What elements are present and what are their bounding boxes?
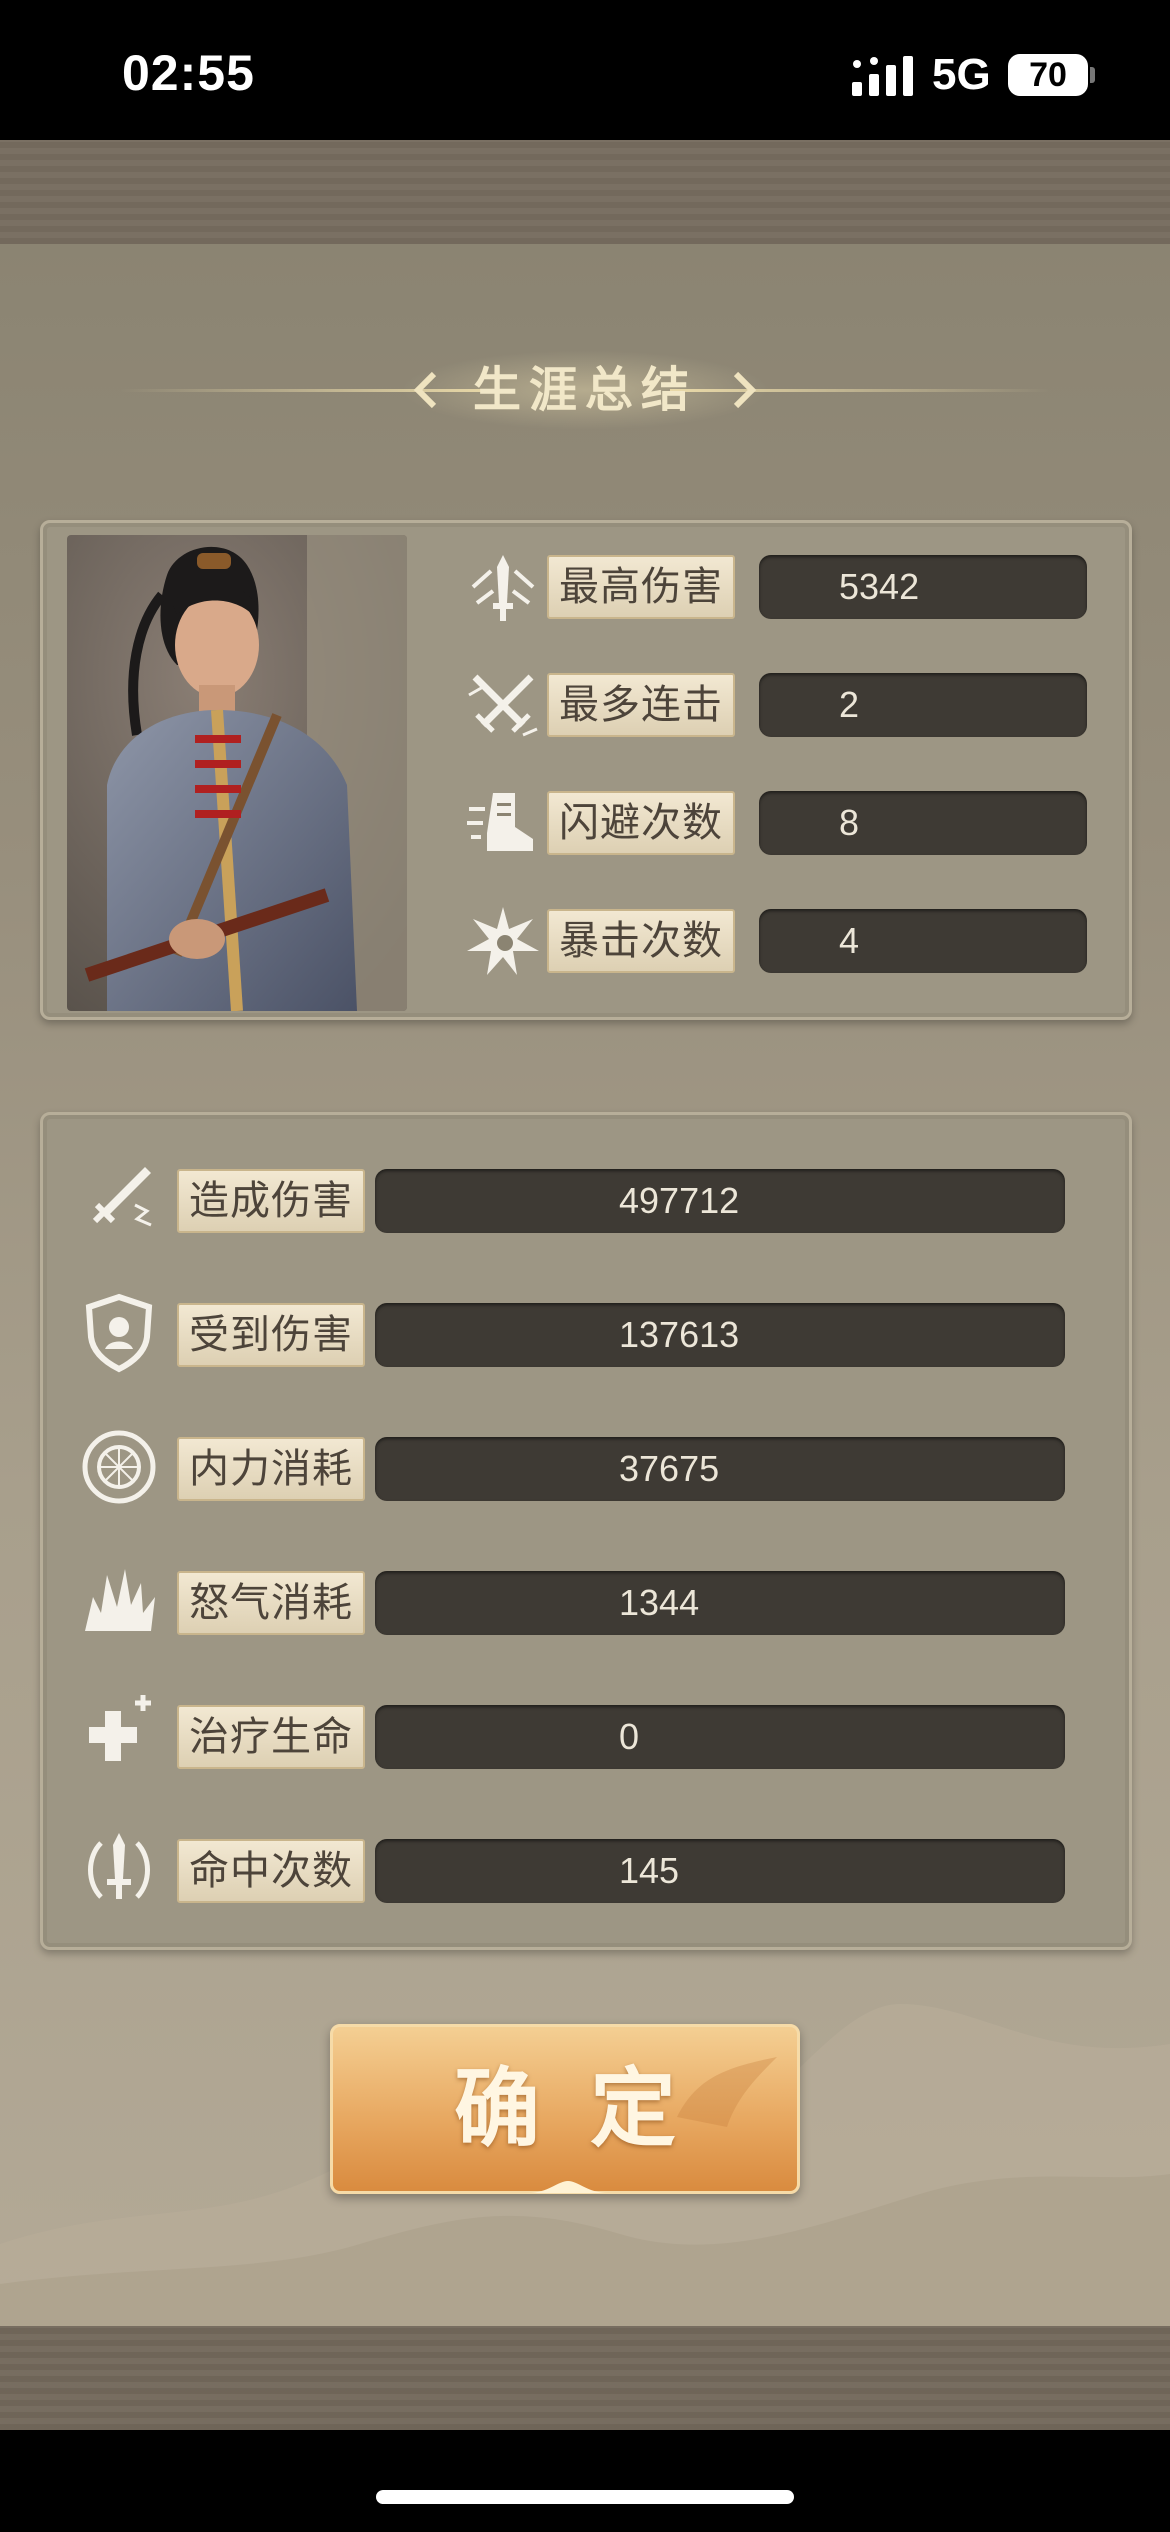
character-portrait [67,535,407,1011]
stat-label: 治疗生命 [177,1705,365,1769]
stat-row-max-damage: 最高伤害 5342 [463,555,1123,621]
totals-panel: 造成伤害 497712 受到伤害 137613 内力消耗 37675 怒气消耗 … [40,1112,1132,1950]
stat-row-hit-count: 命中次数 145 [79,1833,1119,1903]
title-bar: 生涯总结 [100,350,1070,430]
stat-value: 497712 [375,1169,1065,1233]
stat-row-max-combo: 最多连击 2 [463,673,1123,737]
stat-label: 受到伤害 [177,1303,365,1367]
stat-value: 2 [759,673,1087,737]
stat-row-dodge-count: 闪避次数 8 [463,791,1123,855]
highlights-panel: 最高伤害 5342 最多连击 2 闪避次数 8 暴击次数 4 [40,520,1132,1020]
critical-burst-icon [467,907,539,975]
heal-plus-icon [89,1695,151,1761]
stat-label: 最高伤害 [547,555,735,619]
home-indicator[interactable] [376,2490,794,2504]
boot-dodge-icon [467,793,533,851]
stat-row-damage-taken: 受到伤害 137613 [79,1293,1119,1373]
network-type: 5G [932,50,991,99]
rage-burst-icon [85,1569,155,1631]
stat-row-damage-dealt: 造成伤害 497712 [79,1167,1119,1233]
home-area [0,2430,1170,2532]
stat-label: 暴击次数 [547,909,735,973]
stat-label: 怒气消耗 [177,1571,365,1635]
top-decor-band [0,140,1170,244]
stat-row-healing: 治疗生命 0 [79,1695,1119,1769]
hit-sword-icon [88,1833,150,1899]
stat-value: 145 [375,1839,1065,1903]
confirm-button[interactable]: 确定 [330,2024,800,2194]
stat-value: 0 [375,1705,1065,1769]
stat-value: 1344 [375,1571,1065,1635]
page-title: 生涯总结 [472,362,697,418]
stat-label: 最多连击 [547,673,735,737]
stat-value: 8 [759,791,1087,855]
inner-power-icon [82,1430,156,1504]
slash-sword-icon [92,1167,152,1227]
stat-label: 内力消耗 [177,1437,365,1501]
shield-icon [85,1293,153,1373]
status-time: 02:55 [122,45,255,101]
stat-row-crit-count: 暴击次数 4 [463,907,1123,975]
stat-row-inner-power: 内力消耗 37675 [79,1430,1119,1504]
stat-value: 137613 [375,1303,1065,1367]
crossed-swords-icon [468,674,538,737]
battery-tip [1090,67,1095,83]
stat-value: 37675 [375,1437,1065,1501]
stat-value: 5342 [759,555,1087,619]
battery-level: 70 [1008,54,1088,96]
bottom-decor-band [0,2326,1170,2430]
confirm-label: 确定 [454,2058,726,2159]
signal-icon [852,56,913,96]
button-notch [528,2181,608,2193]
stat-label: 命中次数 [177,1839,365,1903]
stat-value: 4 [759,909,1087,973]
stat-row-rage: 怒气消耗 1344 [79,1569,1119,1635]
status-bar: 02:55 5G 70 [0,0,1170,140]
stat-label: 造成伤害 [177,1169,365,1233]
stat-label: 闪避次数 [547,791,735,855]
sword-up-icon [471,555,535,621]
